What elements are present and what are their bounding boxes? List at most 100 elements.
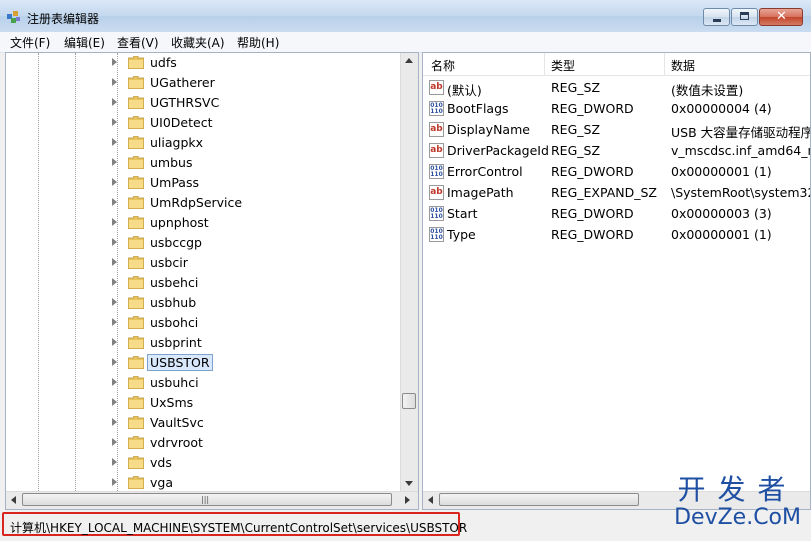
expand-arrow-icon[interactable] (112, 378, 117, 386)
tree-item[interactable]: UxSms (6, 393, 401, 413)
scroll-left-arrow-icon[interactable] (11, 496, 16, 504)
tree-item-label: vds (150, 455, 172, 470)
expand-arrow-icon[interactable] (112, 298, 117, 306)
tree-item-label: usbuhci (150, 375, 199, 390)
maximize-button[interactable] (731, 8, 758, 26)
column-divider[interactable] (664, 53, 665, 75)
tree-item[interactable]: vds (6, 453, 401, 473)
tree-item[interactable]: upnphost (6, 213, 401, 233)
tree-item-label: usbohci (150, 315, 199, 330)
maximize-icon (740, 12, 749, 20)
tree-item[interactable]: vdrvroot (6, 433, 401, 453)
tree-item[interactable]: usbprint (6, 333, 401, 353)
value-row[interactable]: 010 110 ErrorControl REG_DWORD 0x00000001 (1… (423, 161, 810, 182)
expand-arrow-icon[interactable] (112, 338, 117, 346)
scroll-left-arrow-icon[interactable] (428, 496, 433, 504)
tree-item[interactable]: usbhub (6, 293, 401, 313)
expand-arrow-icon[interactable] (112, 478, 117, 486)
minimize-button[interactable] (703, 8, 730, 26)
expand-arrow-icon[interactable] (112, 98, 117, 106)
value-row[interactable]: ab ImagePath REG_EXPAND_SZ \SystemRoot\syst… (423, 182, 810, 203)
expand-arrow-icon[interactable] (112, 138, 117, 146)
folder-icon (128, 316, 144, 329)
expand-arrow-icon[interactable] (112, 198, 117, 206)
column-header-type[interactable]: 类型 (551, 57, 575, 74)
tree-item-label: upnphost (150, 215, 209, 230)
menu-help[interactable]: 帮助(H) (237, 34, 279, 51)
tree-vertical-scrollbar[interactable] (400, 53, 418, 493)
expand-arrow-icon[interactable] (112, 58, 117, 66)
scroll-right-arrow-icon[interactable] (405, 496, 410, 504)
tree-item[interactable]: UGatherer (6, 73, 401, 93)
expand-arrow-icon[interactable] (112, 358, 117, 366)
expand-arrow-icon[interactable] (112, 158, 117, 166)
scrollbar-thumb[interactable] (439, 493, 639, 506)
expand-arrow-icon[interactable] (112, 118, 117, 126)
title-bar[interactable]: 注册表编辑器 ✕ (0, 0, 811, 32)
value-name: Type (447, 227, 476, 242)
column-header-name[interactable]: 名称 (431, 57, 455, 74)
string-value-icon: ab (429, 122, 444, 137)
folder-icon (128, 196, 144, 209)
expand-arrow-icon[interactable] (112, 218, 117, 226)
registry-key-tree[interactable]: udfs UGatherer UGTHRSVC UI0Detect uliagpkx um… (5, 52, 419, 510)
tree-item-label: vga (150, 475, 173, 490)
tree-item[interactable]: UGTHRSVC (6, 93, 401, 113)
tree-item[interactable]: UmPass (6, 173, 401, 193)
tree-item[interactable]: usbohci (6, 313, 401, 333)
scroll-up-arrow-icon[interactable] (405, 58, 413, 63)
tree-item[interactable]: uliagpkx (6, 133, 401, 153)
expand-arrow-icon[interactable] (112, 258, 117, 266)
value-row[interactable]: ab (默认) REG_SZ (数值未设置) (423, 77, 810, 98)
menu-file[interactable]: 文件(F) (10, 34, 50, 51)
tree-item[interactable]: UmRdpService (6, 193, 401, 213)
registry-values-list[interactable]: 名称 类型 数据 ab (默认) REG_SZ (数值未设置) 010 110 BootFl… (422, 52, 811, 510)
expand-arrow-icon[interactable] (112, 178, 117, 186)
string-value-icon: ab (429, 185, 444, 200)
expand-arrow-icon[interactable] (112, 238, 117, 246)
menu-favorites[interactable]: 收藏夹(A) (171, 34, 225, 51)
tree-item-label: usbprint (150, 335, 202, 350)
tree-item[interactable]: udfs (6, 53, 401, 73)
binary-value-icon: 010 110 (429, 206, 444, 221)
column-header-data[interactable]: 数据 (671, 57, 695, 74)
expand-arrow-icon[interactable] (112, 438, 117, 446)
tree-item-label: usbccgp (150, 235, 202, 250)
window-title: 注册表编辑器 (27, 12, 100, 26)
expand-arrow-icon[interactable] (112, 318, 117, 326)
close-button[interactable]: ✕ (759, 8, 803, 26)
folder-icon (128, 376, 144, 389)
expand-arrow-icon[interactable] (112, 398, 117, 406)
tree-item[interactable]: umbus (6, 153, 401, 173)
tree-horizontal-scrollbar[interactable]: ||| (6, 491, 418, 509)
expand-arrow-icon[interactable] (112, 418, 117, 426)
tree-item[interactable]: USBSTOR (6, 353, 401, 373)
value-row[interactable]: ab DisplayName REG_SZ USB 大容量存储驱动程序 (423, 119, 810, 140)
expand-arrow-icon[interactable] (112, 78, 117, 86)
value-row[interactable]: ab DriverPackageId REG_SZ v_mscdsc.inf_amd6… (423, 140, 810, 161)
value-row[interactable]: 010 110 Type REG_DWORD 0x00000001 (1) (423, 224, 810, 245)
tree-item[interactable]: usbccgp (6, 233, 401, 253)
value-row[interactable]: 010 110 BootFlags REG_DWORD 0x00000004 (4) (423, 98, 810, 119)
tree-item[interactable]: UI0Detect (6, 113, 401, 133)
tree-item[interactable]: usbehci (6, 273, 401, 293)
tree-item[interactable]: vga (6, 473, 401, 493)
tree-item-label: vdrvroot (150, 435, 203, 450)
menu-edit[interactable]: 编辑(E) (64, 34, 105, 51)
minimize-icon (713, 19, 721, 22)
column-divider[interactable] (544, 53, 545, 75)
expand-arrow-icon[interactable] (112, 278, 117, 286)
folder-icon (128, 236, 144, 249)
scroll-down-arrow-icon[interactable] (405, 481, 413, 486)
tree-item[interactable]: usbcir (6, 253, 401, 273)
scrollbar-thumb[interactable]: ||| (22, 493, 392, 506)
expand-arrow-icon[interactable] (112, 458, 117, 466)
string-value-icon: ab (429, 80, 444, 95)
scrollbar-thumb[interactable] (402, 393, 416, 409)
tree-item[interactable]: usbuhci (6, 373, 401, 393)
tree-item[interactable]: VaultSvc (6, 413, 401, 433)
value-row[interactable]: 010 110 Start REG_DWORD 0x00000003 (3) (423, 203, 810, 224)
menu-view[interactable]: 查看(V) (117, 34, 159, 51)
tree-item-label: UmRdpService (150, 195, 243, 210)
folder-icon (128, 276, 144, 289)
